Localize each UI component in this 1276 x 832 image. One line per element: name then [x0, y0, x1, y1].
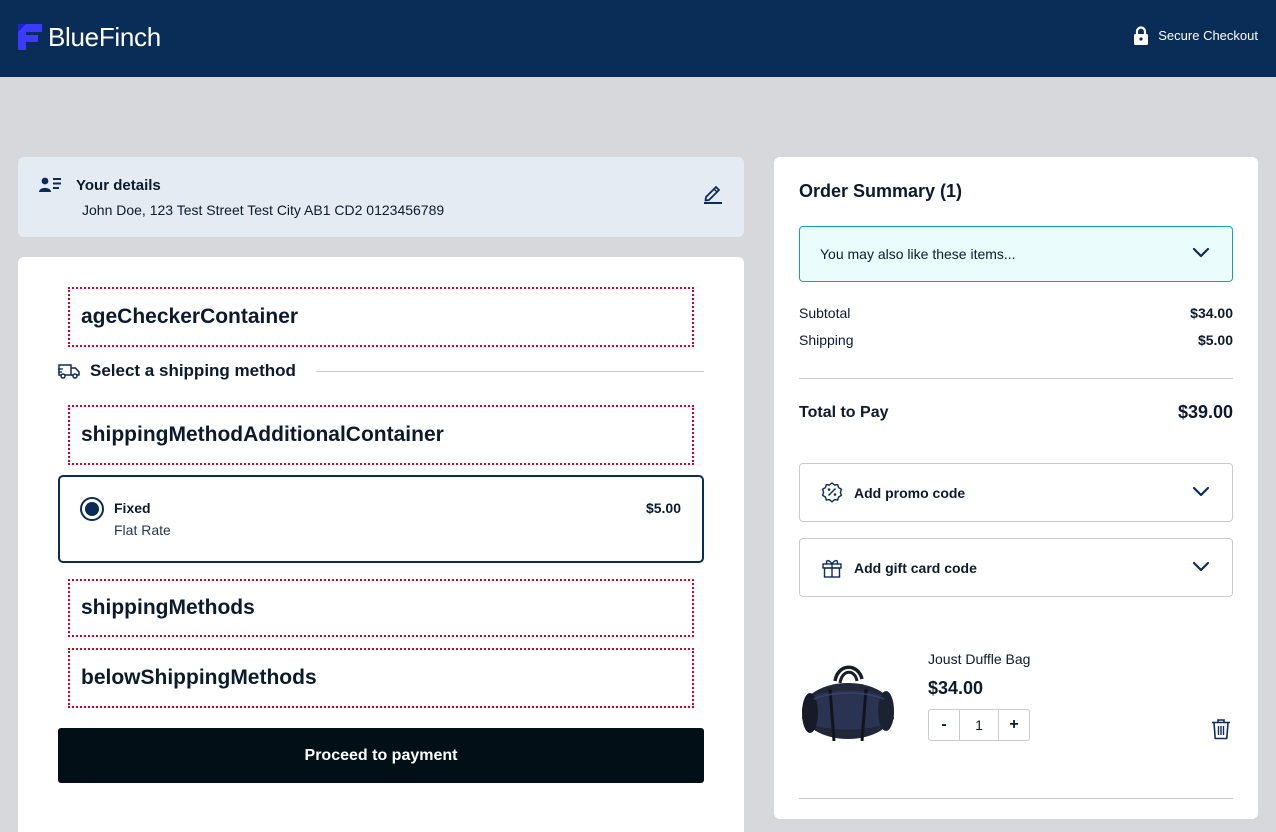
proceed-to-payment-button[interactable]: Proceed to payment [58, 728, 704, 783]
secure-checkout: Secure Checkout [1133, 26, 1258, 45]
shipping-option-name: Fixed [114, 500, 151, 516]
age-checker-container: ageCheckerContainer [68, 287, 694, 347]
total-row: Total to Pay $39.00 [799, 402, 1233, 423]
product-name[interactable]: Joust Duffle Bag [928, 651, 1030, 667]
shipping-method-heading: Select a shipping method [58, 360, 704, 382]
order-summary-title: Order Summary (1) [799, 181, 963, 201]
subtotal-row: Subtotal $34.00 [799, 305, 1233, 321]
your-details-card: Your details John Doe, 123 Test Street T… [18, 157, 744, 237]
gift-card-label: Add gift card code [854, 560, 977, 576]
promo-code-accordion[interactable]: Add promo code [799, 463, 1233, 522]
product-image [802, 665, 894, 742]
upsell-text: You may also like these items... [820, 246, 1016, 262]
truck-icon [58, 364, 80, 379]
subtotal-label: Subtotal [799, 305, 851, 321]
below-shipping-methods-container: belowShippingMethods [68, 648, 694, 708]
shipping-method-additional-container: shippingMethodAdditionalContainer [68, 405, 694, 465]
discount-badge-icon [821, 482, 843, 503]
shipping-heading-text: Select a shipping method [90, 361, 296, 380]
promo-code-label: Add promo code [854, 485, 966, 501]
user-details-icon [39, 177, 61, 192]
brand-logo[interactable]: BlueFinch [18, 22, 161, 52]
total-value: $39.00 [1177, 402, 1233, 422]
product-price: $34.00 [928, 678, 984, 698]
shipping-panel: ageCheckerContainer Select a shipping me… [18, 257, 744, 832]
lock-icon [1134, 26, 1149, 45]
quantity-decrease-button[interactable]: - [928, 709, 960, 741]
details-title: Your details [76, 177, 161, 194]
product-divider [799, 798, 1233, 799]
gift-icon [822, 559, 842, 578]
details-text: John Doe, 123 Test Street Test City AB1 … [82, 202, 445, 218]
total-label: Total to Pay [799, 403, 889, 421]
subtotal-value: $34.00 [1190, 305, 1233, 321]
shipping-methods-container: shippingMethods [68, 579, 694, 637]
chevron-down-icon [1192, 247, 1210, 258]
trash-icon[interactable] [1211, 718, 1231, 740]
shipping-option-subtitle: Flat Rate [114, 522, 171, 538]
edit-pencil-icon[interactable] [702, 182, 724, 204]
upsell-accordion[interactable]: You may also like these items... [799, 226, 1233, 282]
gift-card-accordion[interactable]: Add gift card code [799, 538, 1233, 597]
shipping-option-fixed[interactable]: Fixed Flat Rate $5.00 [58, 475, 704, 563]
summary-divider [799, 378, 1233, 379]
chevron-down-icon [1192, 561, 1210, 572]
shipping-row: Shipping $5.00 [799, 332, 1233, 348]
shipping-label: Shipping [799, 332, 854, 348]
order-summary-panel: Order Summary (1) You may also like thes… [774, 157, 1258, 819]
shipping-option-radio[interactable] [80, 497, 104, 521]
quantity-stepper: - + [928, 709, 1030, 741]
chevron-down-icon [1192, 486, 1210, 497]
shipping-value: $5.00 [1197, 332, 1233, 348]
shipping-option-price: $5.00 [645, 500, 681, 516]
heading-divider [315, 370, 704, 372]
bluefinch-logo-icon [18, 24, 42, 50]
brand-name: BlueFinch [48, 22, 161, 52]
quantity-increase-button[interactable]: + [998, 709, 1030, 741]
secure-checkout-label: Secure Checkout [1158, 28, 1258, 43]
header: BlueFinch Secure Checkout [0, 0, 1276, 77]
quantity-input[interactable] [960, 709, 998, 741]
